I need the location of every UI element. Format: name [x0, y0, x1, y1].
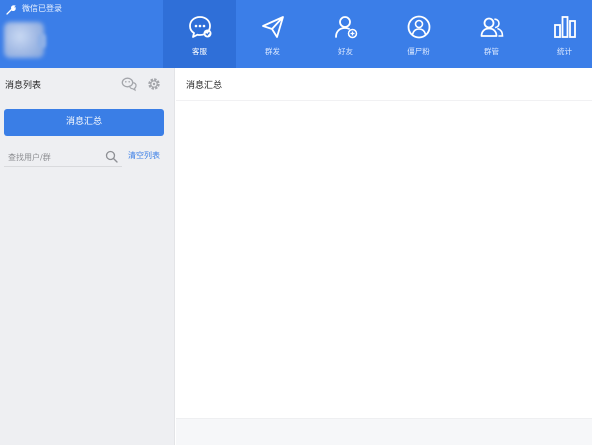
tab-label: 好友	[338, 47, 353, 56]
tab-customer-service[interactable]: 客服	[163, 0, 236, 68]
top-header: 微信已登录 客服 群发 好友 僵尸粉 群管 统计	[0, 0, 592, 68]
tab-broadcast[interactable]: 群发	[236, 0, 309, 68]
gear-icon[interactable]	[146, 76, 162, 92]
message-list-panel: 消息列表 消息汇总 清空列表	[0, 68, 175, 445]
login-status: 微信已登录	[22, 4, 62, 13]
tab-label: 统计	[557, 47, 572, 56]
main-nav: 客服 群发 好友 僵尸粉 群管 统计	[163, 0, 592, 68]
message-summary-button[interactable]: 消息汇总	[4, 109, 164, 136]
tab-label: 僵尸粉	[407, 47, 430, 56]
avatar-edge	[38, 34, 46, 48]
wechat-icon[interactable]	[121, 76, 137, 92]
tab-label: 群管	[484, 47, 499, 56]
tab-label: 群发	[265, 47, 280, 56]
tab-group-management[interactable]: 群管	[455, 0, 528, 68]
title-divider	[176, 100, 592, 101]
tools-icon	[6, 5, 16, 15]
tab-zombie-fans[interactable]: 僵尸粉	[382, 0, 455, 68]
tab-statistics[interactable]: 统计	[528, 0, 592, 68]
search-box	[4, 147, 122, 167]
bar-chart-icon	[553, 16, 576, 38]
user-group-icon	[480, 17, 503, 37]
brand-area: 微信已登录	[0, 0, 160, 68]
tab-friends[interactable]: 好友	[309, 0, 382, 68]
user-add-icon	[334, 16, 357, 39]
search-input[interactable]	[8, 149, 100, 165]
tab-label: 客服	[192, 47, 207, 56]
clear-list-link[interactable]: 清空列表	[128, 151, 160, 161]
message-summary-panel: 消息汇总	[176, 68, 592, 445]
message-list-title: 消息列表	[5, 81, 42, 91]
chat-bubble-icon	[188, 16, 211, 38]
user-circle-icon	[407, 15, 430, 39]
main-title: 消息汇总	[186, 81, 223, 91]
search-icon[interactable]	[105, 150, 118, 163]
input-footer	[176, 418, 592, 445]
paper-plane-icon	[261, 16, 284, 38]
